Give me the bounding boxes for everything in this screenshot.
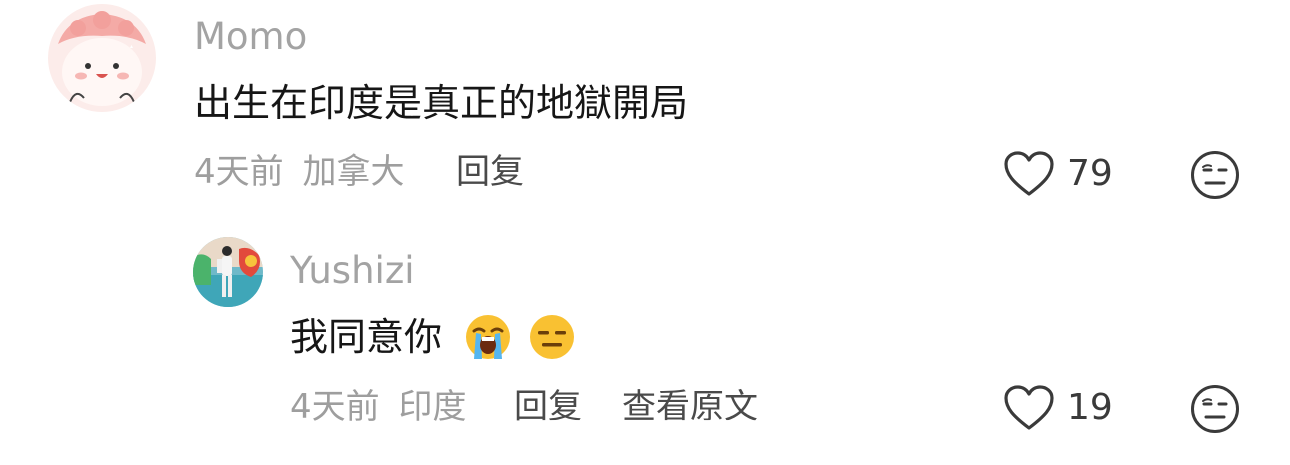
comment-text: 我同意你: [290, 313, 576, 361]
reply-button[interactable]: 回复: [456, 155, 524, 189]
comment-username[interactable]: Yushizi: [290, 252, 415, 289]
comment-text: 出生在印度是真正的地獄開局: [194, 84, 688, 122]
like-count: 19: [1067, 387, 1113, 428]
comment-username[interactable]: Momo: [194, 18, 307, 55]
comment-thread: Momo 出生在印度是真正的地獄開局 4天前 加拿大 回复 79 Yushizi…: [0, 0, 1290, 465]
user-avatar[interactable]: [48, 4, 156, 112]
reply-button[interactable]: 回复: [514, 390, 582, 424]
expressionless-face-icon: [1191, 151, 1239, 199]
expressionless-face-emoji: [528, 313, 576, 361]
expressionless-face-icon: [1191, 385, 1239, 433]
loudly-crying-face-emoji: [464, 313, 512, 361]
cartoon-avatar-image: [48, 4, 156, 112]
user-avatar[interactable]: [193, 237, 263, 307]
like-button[interactable]: 79: [1003, 150, 1113, 198]
heart-icon: [1004, 151, 1054, 196]
comment-text-content: 出生在印度是真正的地獄開局: [194, 81, 689, 125]
dislike-button[interactable]: [1190, 150, 1240, 204]
like-button[interactable]: 19: [1003, 384, 1113, 432]
view-original-button[interactable]: 查看原文: [622, 390, 758, 424]
dislike-button[interactable]: [1190, 384, 1240, 438]
bottom-fade-overlay: [480, 420, 800, 465]
comment-text-content: 我同意你: [290, 315, 443, 359]
like-count: 79: [1067, 153, 1113, 194]
comment-location: 印度: [398, 387, 467, 427]
heart-icon: [1004, 385, 1054, 430]
comment-time: 4天前: [290, 387, 380, 427]
comment-meta: 4天前 印度: [290, 390, 466, 424]
photo-avatar-image: [193, 237, 263, 307]
comment-location: 加拿大: [302, 152, 405, 192]
comment-time: 4天前: [194, 152, 284, 192]
comment-meta: 4天前 加拿大: [194, 155, 404, 189]
